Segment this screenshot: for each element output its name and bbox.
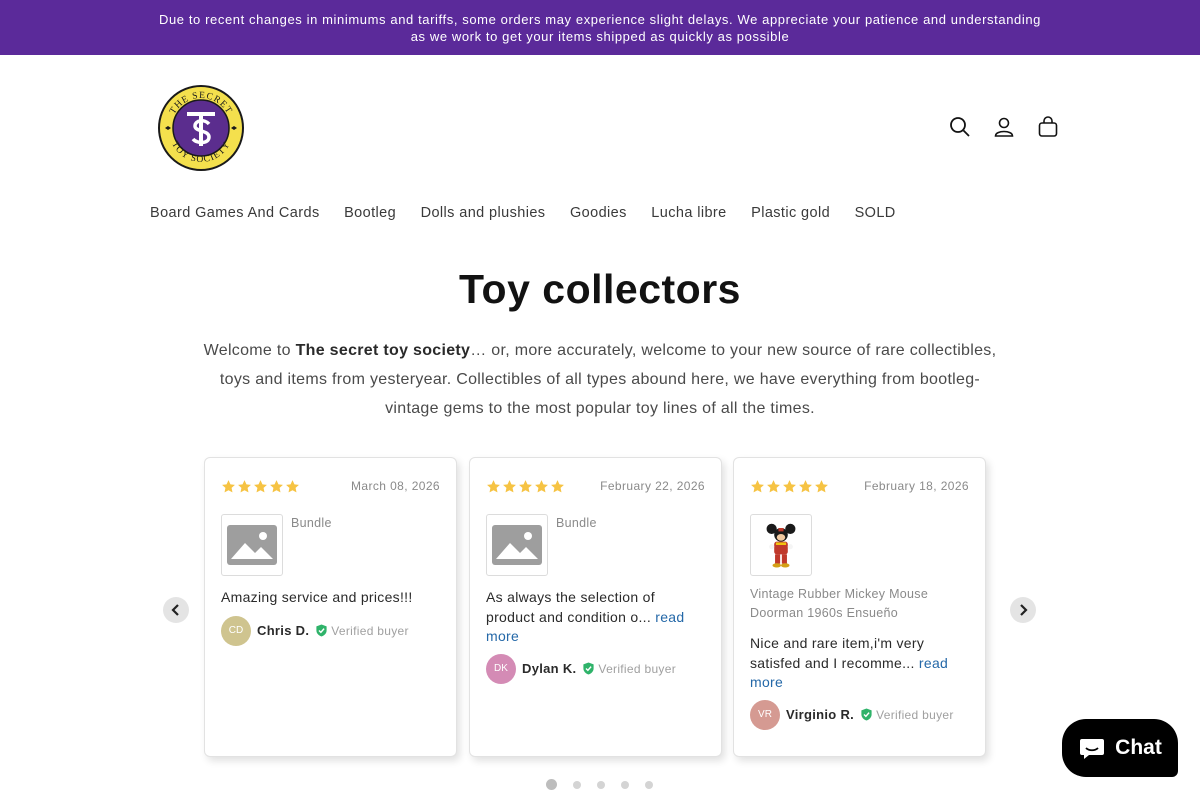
intro-text: Welcome to The secret toy society… or, m… [200,336,1000,423]
review-text: Amazing service and prices!!! [221,589,413,605]
chat-label: Chat [1115,736,1162,759]
review-card[interactable]: February 22, 2026 Bundle As always the s… [469,457,722,757]
carousel-dot[interactable] [546,779,557,790]
carousel-dot[interactable] [621,780,629,789]
announcement-bar: Due to recent changes in minimums and ta… [0,0,1200,55]
nav-item-bootleg[interactable]: Bootleg [344,205,396,221]
reviewer-name: Chris D. [257,623,310,638]
star-icon [783,479,796,492]
star-icon [551,479,564,492]
star-rating [221,479,300,494]
star-icon [799,479,812,492]
review-card[interactable]: February 18, 2026 Vintage Rubber Mickey … [733,457,986,757]
star-icon [503,479,516,492]
intro-prefix: Welcome to [203,342,296,359]
carousel-prev-button[interactable] [163,597,189,623]
star-icon [286,479,299,492]
chat-bubble-icon [1080,739,1105,759]
store-logo[interactable]: THE SECRET TOY SOCIETY [157,84,245,172]
star-icon [751,479,764,492]
review-date: March 08, 2026 [351,479,440,493]
mickey-figure-image [766,523,796,568]
review-text-body: Nice and rare item,i'm very satisfed and… [750,635,925,671]
nav-item-sold[interactable]: SOLD [855,205,896,221]
verified-badge-icon [861,708,872,721]
avatar: VR [750,699,780,730]
star-icon [767,479,780,492]
product-name[interactable]: Bundle [556,516,597,576]
reviewer-name: Virginio R. [786,707,855,722]
review-text-body: As always the selection of product and c… [486,589,655,625]
product-name[interactable]: Vintage Rubber Mickey Mouse Doorman 1960… [750,585,969,623]
verified-badge-icon [583,662,595,675]
carousel-dot[interactable] [573,780,581,789]
verified-buyer-label: Verified buyer [331,623,409,638]
nav-item-goodies[interactable]: Goodies [570,205,627,221]
star-icon [238,479,251,492]
star-icon [535,479,548,492]
star-icon [222,479,235,492]
verified-buyer-label: Verified buyer [598,661,676,676]
nav-item-lucha-libre[interactable]: Lucha libre [651,205,726,221]
intro-store-name: The secret toy society [295,342,471,359]
chevron-left-icon [171,604,179,616]
carousel-dot[interactable] [597,780,605,789]
avatar: DK [486,653,516,684]
carousel-dot[interactable] [645,780,653,789]
nav-item-dolls-plushies[interactable]: Dolls and plushies [421,205,546,221]
nav-item-board-games[interactable]: Board Games And Cards [150,205,320,221]
star-rating [486,479,565,494]
review-date: February 18, 2026 [864,479,969,493]
main-nav: Board Games And Cards Bootleg Dolls and … [150,205,920,221]
review-date: February 22, 2026 [600,479,705,493]
announcement-text: Due to recent changes in minimums and ta… [158,11,1042,44]
star-icon [519,479,532,492]
verified-buyer-label: Verified buyer [876,707,954,722]
avatar: CD [221,615,251,646]
review-text: Nice and rare item,i'm very satisfed and… [750,634,969,693]
chevron-right-icon [1020,604,1028,616]
search-icon[interactable] [938,112,982,142]
product-thumbnail[interactable] [750,514,812,576]
carousel-next-button[interactable] [1010,597,1036,623]
carousel-pagination [546,779,669,790]
nav-item-plastic-gold[interactable]: Plastic gold [751,205,830,221]
verified-badge-icon [316,624,327,637]
header-icons [938,112,1070,142]
reviewer-name: Dylan K. [522,661,577,676]
page-title: Toy collectors [459,266,741,312]
star-rating [750,479,829,494]
image-placeholder-icon [227,525,277,565]
cart-icon[interactable] [1026,112,1070,142]
star-icon [487,479,500,492]
image-placeholder-icon [492,525,542,565]
star-icon [815,479,828,492]
product-name[interactable]: Bundle [291,516,332,576]
star-icon [254,479,267,492]
chat-button[interactable]: Chat [1062,719,1178,777]
review-card[interactable]: March 08, 2026 Bundle Amazing service an… [204,457,457,757]
star-icon [270,479,283,492]
product-thumbnail[interactable] [221,514,283,576]
account-icon[interactable] [982,112,1026,142]
product-thumbnail[interactable] [486,514,548,576]
review-text: As always the selection of product and c… [486,588,705,647]
